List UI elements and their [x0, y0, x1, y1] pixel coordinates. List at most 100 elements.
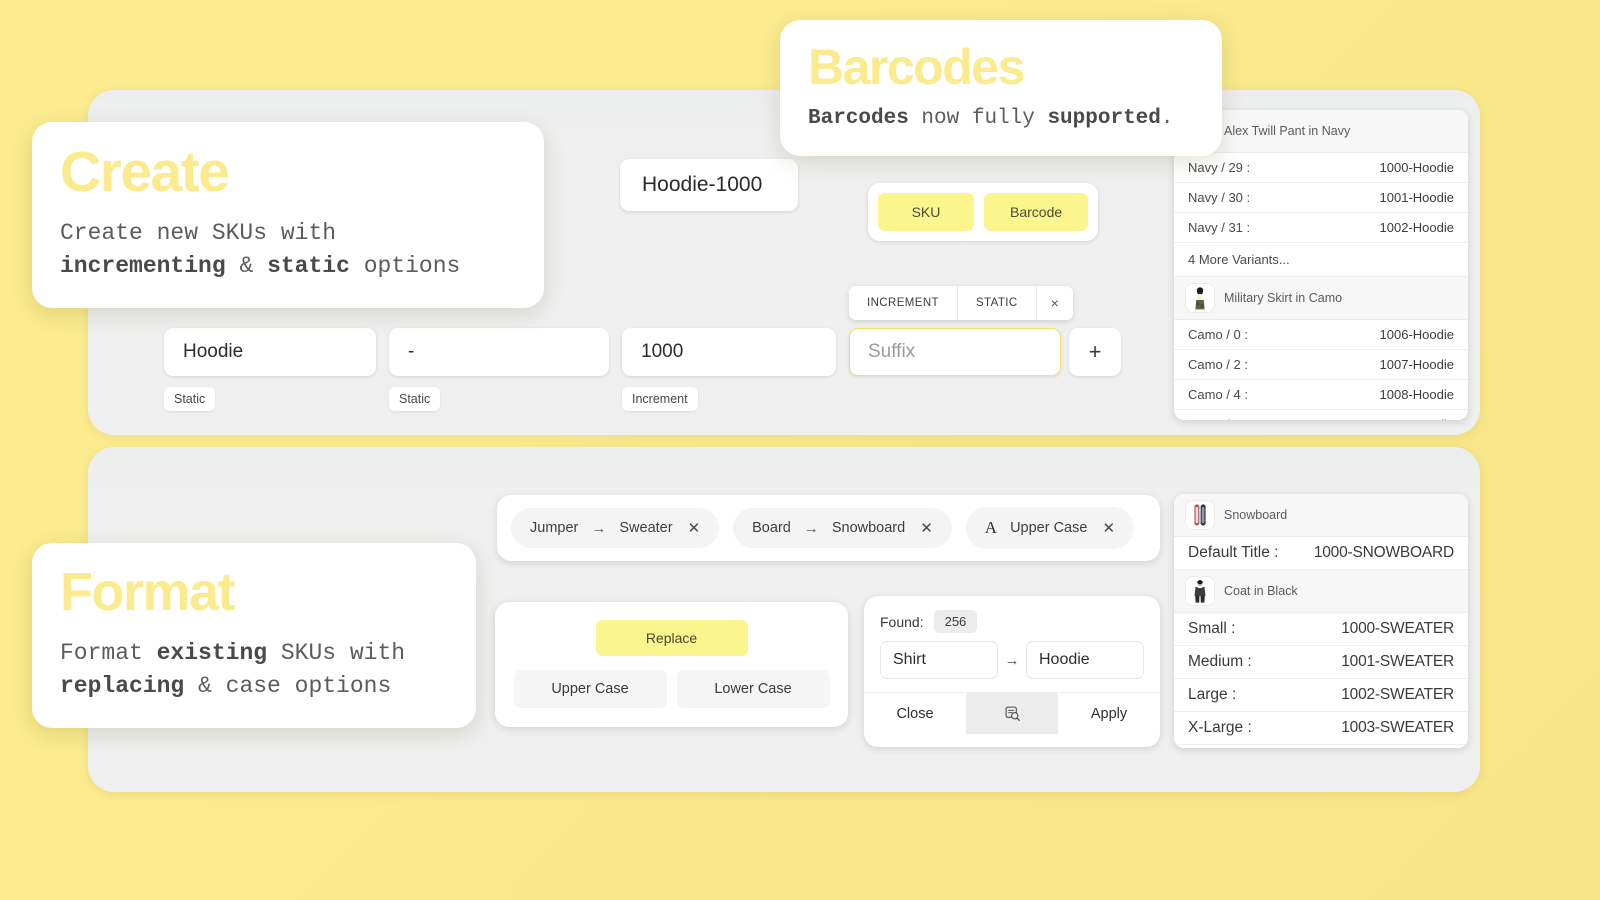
close-icon[interactable]: ✕ — [688, 519, 701, 537]
table-row[interactable]: Default Title : 1000-SNOWBOARD — [1174, 537, 1468, 570]
format-actions-card: Replace Upper Case Lower Case — [495, 602, 848, 727]
chip-from: Jumper — [530, 520, 579, 536]
variant-label: Navy / 31 : — [1188, 220, 1251, 235]
apply-button[interactable]: Apply — [1058, 693, 1160, 734]
segment-4-input[interactable] — [849, 328, 1061, 376]
segment-1-tag[interactable]: Static — [164, 387, 216, 411]
promo-title-barcodes: Barcodes — [808, 39, 1025, 95]
rule-chips-bar: Jumper → Sweater ✕ Board → Snowboard ✕ A… — [497, 495, 1160, 561]
variant-label: Camo / 2 : — [1188, 357, 1248, 372]
arrow-right-icon: → — [591, 519, 607, 537]
sku-list-bottom[interactable]: Snowboard Default Title : 1000-SNOWBOARD… — [1174, 494, 1468, 748]
segment-2-input[interactable] — [389, 328, 609, 376]
table-row[interactable]: XX-Large : 1004-SWEATER — [1174, 745, 1468, 748]
arrow-right-icon: → — [803, 519, 819, 537]
table-row[interactable]: Medium : 1001-SWEATER — [1174, 646, 1468, 679]
skirt-camo-thumbnail — [1186, 284, 1214, 312]
promo-card-format: Format Format existing SKUs with replaci… — [32, 543, 476, 729]
variant-sku: 1008-Hoodie — [1379, 387, 1454, 402]
arrow-right-icon: → — [1004, 651, 1020, 669]
promo-stage: Hoodie-1000 SKU Barcode Static Static In… — [0, 0, 1600, 900]
variant-sku: 1000-SNOWBOARD — [1313, 544, 1454, 561]
promo-format-line1-tail: SKUs with — [267, 640, 406, 666]
promo-format-bold-a: existing — [156, 640, 268, 666]
product-header: Military Skirt in Camo — [1174, 277, 1468, 320]
table-row[interactable]: Camo / 4 : 1008-Hoodie — [1174, 380, 1468, 410]
promo-body-create: Create new SKUs with incrementing & stat… — [60, 217, 516, 282]
segment-1-input[interactable] — [164, 328, 376, 376]
close-icon[interactable]: ✕ — [1102, 519, 1115, 537]
chip-to: Snowboard — [831, 520, 906, 536]
static-option-button[interactable]: STATIC — [957, 286, 1037, 320]
sku-mode-button[interactable]: SKU — [878, 193, 974, 231]
sku-list-top[interactable]: Alex Twill Pant in Navy Navy / 29 : 1000… — [1174, 110, 1468, 420]
dialog-actions: Close Apply — [864, 692, 1160, 734]
chip-from: Board — [752, 520, 791, 536]
close-button[interactable]: Close — [864, 693, 966, 734]
segment-mode-popover: INCREMENT STATIC × — [849, 286, 1074, 320]
promo-card-create: Create Create new SKUs with incrementing… — [32, 122, 544, 309]
replace-button[interactable]: Replace — [595, 620, 748, 656]
segment-1: Static — [164, 328, 376, 411]
promo-title-create: Create — [60, 140, 230, 204]
segment-2-tag[interactable]: Static — [389, 387, 441, 411]
segment-3-input[interactable] — [622, 328, 836, 376]
chip-to: Upper Case — [1010, 520, 1088, 536]
promo-barcodes-tail: . — [1160, 107, 1174, 130]
increment-option-button[interactable]: INCREMENT — [849, 286, 958, 320]
promo-barcodes-bold-a: Barcodes — [808, 107, 909, 130]
table-row[interactable]: Camo / 0 : 1006-Hoodie — [1174, 320, 1468, 350]
segment-3: Increment — [622, 328, 836, 411]
product-header: Coat in Black — [1174, 570, 1468, 613]
product-name: Alex Twill Pant in Navy — [1224, 124, 1351, 138]
table-row[interactable]: Camo / 2 : 1007-Hoodie — [1174, 350, 1468, 380]
variant-sku: 1000-Hoodie — [1379, 160, 1454, 175]
promo-format-line1-head: Format — [60, 640, 157, 666]
segment-4: INCREMENT STATIC × — [849, 286, 1074, 376]
rule-chip-upper-case[interactable]: A Upper Case ✕ — [965, 507, 1135, 549]
table-row[interactable]: Large : 1002-SWEATER — [1174, 679, 1468, 712]
promo-create-tail: options — [349, 252, 461, 279]
promo-create-bold-a: incrementing — [60, 252, 226, 279]
find-replace-inputs: → — [864, 641, 1160, 679]
rule-chip-board-snowboard[interactable]: Board → Snowboard ✕ — [733, 508, 952, 548]
variant-label: X-Large : — [1188, 719, 1252, 736]
table-row[interactable]: Camo / 6 : 1009-Hoodie — [1174, 410, 1468, 420]
product-name: Military Skirt in Camo — [1224, 291, 1343, 305]
more-variants-link[interactable]: 4 More Variants... — [1174, 243, 1468, 277]
rule-chip-jumper-sweater[interactable]: Jumper → Sweater ✕ — [511, 508, 720, 548]
variant-label: Medium : — [1188, 653, 1252, 670]
table-row[interactable]: Navy / 29 : 1000-Hoodie — [1174, 153, 1468, 183]
found-row: Found: 256 — [864, 596, 1160, 641]
close-icon[interactable]: × — [1036, 286, 1074, 320]
table-row[interactable]: X-Large : 1003-SWEATER — [1174, 712, 1468, 745]
table-row[interactable]: Navy / 30 : 1001-Hoodie — [1174, 183, 1468, 213]
find-input[interactable] — [880, 641, 998, 679]
lower-case-button[interactable]: Lower Case — [676, 670, 830, 708]
found-count-badge: 256 — [933, 610, 978, 633]
promo-format-bold-b: replacing — [60, 672, 185, 699]
promo-body-barcodes: Barcodes now fully supported. — [808, 104, 1194, 134]
table-row[interactable]: Navy / 31 : 1002-Hoodie — [1174, 213, 1468, 243]
segment-3-tag[interactable]: Increment — [622, 387, 698, 411]
variant-sku: 1007-Hoodie — [1379, 357, 1454, 372]
variant-label: Camo / 0 : — [1188, 327, 1248, 342]
barcode-mode-button[interactable]: Barcode — [984, 193, 1089, 231]
table-row[interactable]: Small : 1000-SWEATER — [1174, 613, 1468, 646]
letter-a-icon: A — [984, 518, 998, 537]
variant-label: Camo / 4 : — [1188, 387, 1248, 402]
variant-label: Navy / 29 : — [1188, 160, 1251, 175]
variant-label: Navy / 30 : — [1188, 190, 1251, 205]
replace-input[interactable] — [1026, 641, 1144, 679]
promo-body-format: Format existing SKUs with replacing & ca… — [60, 637, 448, 702]
upper-case-button[interactable]: Upper Case — [513, 670, 667, 708]
variant-label: Small : — [1188, 620, 1236, 637]
search-preview-icon[interactable] — [966, 693, 1058, 734]
add-segment-button[interactable]: + — [1069, 328, 1121, 376]
variant-label: Default Title : — [1188, 544, 1279, 561]
product-name: Coat in Black — [1224, 584, 1298, 598]
variant-sku: 1001-Hoodie — [1379, 190, 1454, 205]
close-icon[interactable]: ✕ — [920, 519, 933, 537]
promo-format-line2-tail: & case options — [184, 672, 392, 699]
coat-black-thumbnail — [1186, 577, 1214, 605]
